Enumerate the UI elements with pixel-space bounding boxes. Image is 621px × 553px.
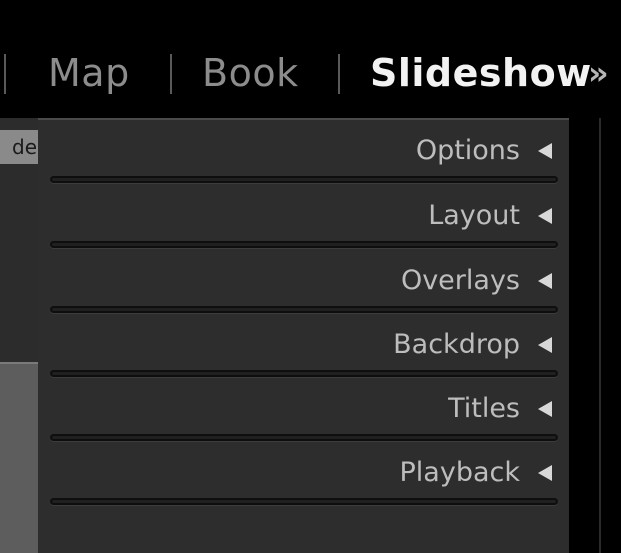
section-label: Titles xyxy=(448,393,520,424)
section-divider xyxy=(50,176,558,183)
section-label: Backdrop xyxy=(393,329,520,360)
collapse-triangle-icon[interactable] xyxy=(538,273,552,289)
section-header-playback[interactable]: Playback xyxy=(400,456,558,490)
more-modules-icon[interactable]: » xyxy=(588,50,609,96)
module-tab-map[interactable]: Map xyxy=(48,50,130,96)
panel-section-playback: Playback xyxy=(50,442,558,508)
panel-section-titles: Titles xyxy=(50,378,558,444)
module-separator xyxy=(170,54,172,94)
panel-section-layout: Layout xyxy=(50,185,558,251)
left-panel-button[interactable]: de xyxy=(0,130,38,164)
section-divider xyxy=(50,498,558,505)
section-divider xyxy=(50,434,558,441)
section-divider xyxy=(50,370,558,377)
collapse-triangle-icon[interactable] xyxy=(538,208,552,224)
section-header-overlays[interactable]: Overlays xyxy=(401,264,558,298)
section-label: Layout xyxy=(428,200,520,231)
section-header-titles[interactable]: Titles xyxy=(448,392,558,426)
panel-section-overlays: Overlays xyxy=(50,250,558,316)
module-separator xyxy=(4,54,6,94)
section-header-options[interactable]: Options xyxy=(416,134,558,168)
left-panel-preview xyxy=(0,362,38,553)
right-edge xyxy=(569,118,621,553)
panel-section-backdrop: Backdrop xyxy=(50,314,558,380)
section-header-backdrop[interactable]: Backdrop xyxy=(393,328,558,362)
section-label: Overlays xyxy=(400,265,520,296)
collapse-triangle-icon[interactable] xyxy=(538,143,552,159)
section-header-layout[interactable]: Layout xyxy=(428,199,558,233)
panel-section-options: Options xyxy=(50,120,558,186)
panel-edge-line xyxy=(599,118,601,553)
collapse-triangle-icon[interactable] xyxy=(538,465,552,481)
section-label: Playback xyxy=(399,457,520,488)
module-tab-book[interactable]: Book xyxy=(202,50,299,96)
section-label: Options xyxy=(415,135,520,166)
module-separator xyxy=(338,54,340,94)
section-divider xyxy=(50,306,558,313)
collapse-triangle-icon[interactable] xyxy=(538,401,552,417)
collapse-triangle-icon[interactable] xyxy=(538,337,552,353)
section-divider xyxy=(50,241,558,248)
module-tab-slideshow[interactable]: Slideshow xyxy=(370,50,592,96)
app-window: Map Book Slideshow » de Options Layout O… xyxy=(0,0,621,553)
module-picker: Map Book Slideshow » xyxy=(0,0,621,118)
